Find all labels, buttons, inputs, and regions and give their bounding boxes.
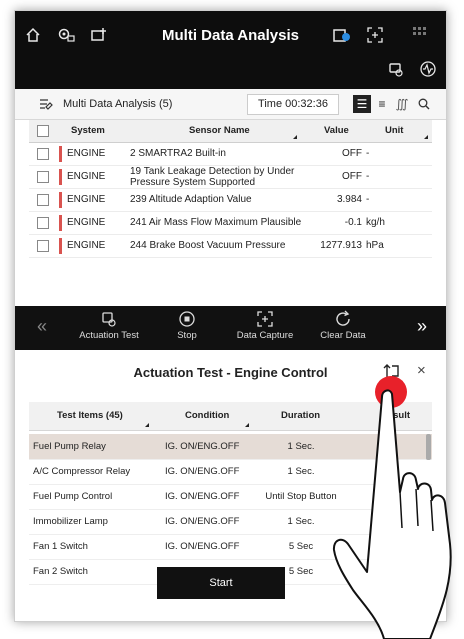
actuation-test-button[interactable]: Actuation Test (69, 310, 149, 341)
row-system: ENGINE (67, 217, 106, 228)
select-all-checkbox[interactable] (37, 125, 49, 137)
list-view-button[interactable]: ☰ (353, 95, 371, 113)
waveform-icon[interactable] (420, 61, 436, 77)
column-unit: Unit (385, 125, 404, 136)
test-item: Fan 1 Switch (33, 541, 88, 552)
row-value: -0.1 (344, 217, 362, 228)
test-item: Immobilizer Lamp (33, 516, 108, 527)
scroll-left-arrow-icon[interactable]: « (37, 316, 47, 337)
system-color-marker (59, 238, 62, 254)
column-duration: Duration (281, 410, 321, 421)
test-condition: IG. ON/ENG.OFF (165, 541, 240, 552)
capture-frame-icon (225, 310, 305, 330)
row-unit: - (366, 171, 370, 182)
row-sensor: 2 SMARTRA2 Built-in (130, 148, 226, 159)
clear-data-button[interactable]: Clear Data (303, 310, 383, 341)
system-color-marker (59, 215, 62, 231)
test-item: A/C Compressor Relay (33, 466, 131, 477)
test-condition: IG. ON/ENG.OFF (165, 441, 240, 452)
row-checkbox[interactable] (37, 217, 49, 229)
start-button[interactable]: Start (157, 567, 285, 599)
table-row[interactable]: ENGINE 2 SMARTRA2 Built-in OFF - (29, 143, 432, 166)
row-unit: - (366, 194, 370, 205)
row-sensor: 239 Altitude Adaption Value (130, 194, 252, 205)
column-system: System (71, 125, 105, 136)
test-condition: IG. ON/ENG.OFF (165, 491, 240, 502)
vehicle-wrench-icon (69, 310, 149, 330)
test-item: Fuel Pump Control (33, 491, 113, 502)
table-header: System Sensor Name Value Unit (29, 120, 432, 143)
system-color-marker (59, 192, 62, 208)
sort-icon[interactable] (245, 423, 249, 427)
data-toolbar: Multi Data Analysis (5) Time 00:32:36 ☰ … (15, 89, 446, 120)
row-sensor: 241 Air Mass Flow Maximum Plausible (130, 217, 302, 228)
system-color-marker (59, 146, 62, 162)
scroll-right-arrow-icon[interactable]: » (417, 316, 427, 337)
edit-list-icon[interactable] (39, 97, 53, 111)
table-row[interactable]: ENGINE 19 Tank Leakage Detection by Unde… (29, 166, 432, 189)
column-sensor-name: Sensor Name (189, 125, 250, 136)
sort-icon[interactable] (145, 423, 149, 427)
sort-icon[interactable] (293, 135, 297, 139)
table-row[interactable]: ENGINE 244 Brake Boost Vacuum Pressure 1… (29, 235, 432, 258)
elapsed-time: Time 00:32:36 (247, 94, 339, 115)
device-status-icon[interactable] (333, 27, 351, 43)
row-value: 1277.913 (320, 240, 362, 251)
row-system: ENGINE (67, 171, 106, 182)
sort-icon[interactable] (424, 135, 428, 139)
action-bar: « Actuation Test Stop Data Capture Clear… (15, 306, 446, 350)
row-system: ENGINE (67, 148, 106, 159)
data-capture-label: Data Capture (236, 330, 294, 341)
sensor-data-table: System Sensor Name Value Unit ENGINE 2 S… (29, 120, 432, 258)
row-system: ENGINE (67, 240, 106, 251)
row-checkbox[interactable] (37, 171, 49, 183)
apps-grid-icon[interactable] (413, 27, 427, 41)
multi-data-count-label: Multi Data Analysis (5) (63, 98, 173, 110)
table-row[interactable]: ENGINE 239 Altitude Adaption Value 3.984… (29, 189, 432, 212)
column-condition: Condition (185, 410, 230, 421)
row-checkbox[interactable] (37, 194, 49, 206)
screen-capture-icon[interactable] (367, 27, 383, 43)
stop-button[interactable]: Stop (147, 310, 227, 341)
test-item: Fuel Pump Relay (33, 441, 106, 452)
column-value: Value (324, 125, 349, 136)
system-color-marker (59, 169, 62, 185)
row-system: ENGINE (67, 194, 106, 205)
clear-data-label: Clear Data (320, 330, 366, 341)
refresh-icon (303, 310, 383, 330)
graph-view-icon[interactable]: ∭ (393, 95, 411, 113)
row-checkbox[interactable] (37, 148, 49, 160)
row-unit: kg/h (366, 217, 385, 228)
data-capture-button[interactable]: Data Capture (225, 310, 305, 341)
test-condition: IG. ON/ENG.OFF (165, 466, 240, 477)
search-icon[interactable] (415, 95, 433, 113)
actuation-test-label: Actuation Test (79, 330, 139, 341)
row-unit: hPa (366, 240, 384, 251)
column-test-items: Test Items (45) (57, 410, 123, 421)
row-sensor: 19 Tank Leakage Detection by Under Press… (130, 166, 295, 188)
stop-label: Stop (177, 330, 197, 341)
test-item: Fan 2 Switch (33, 566, 88, 577)
row-sensor: 244 Brake Boost Vacuum Pressure (130, 240, 286, 251)
row-value: OFF (342, 171, 362, 182)
row-checkbox[interactable] (37, 240, 49, 252)
row-value: 3.984 (336, 194, 362, 205)
row-value: OFF (342, 148, 362, 159)
text-view-button[interactable]: ≡ (373, 95, 391, 113)
test-condition: IG. ON/ENG.OFF (165, 516, 240, 527)
top-bar: Multi Data Analysis (15, 11, 446, 89)
row-unit: - (366, 148, 370, 159)
vehicle-connect-icon[interactable] (388, 61, 404, 77)
table-row[interactable]: ENGINE 241 Air Mass Flow Maximum Plausib… (29, 212, 432, 235)
pointing-hand-icon (332, 376, 452, 639)
stop-icon (147, 310, 227, 330)
